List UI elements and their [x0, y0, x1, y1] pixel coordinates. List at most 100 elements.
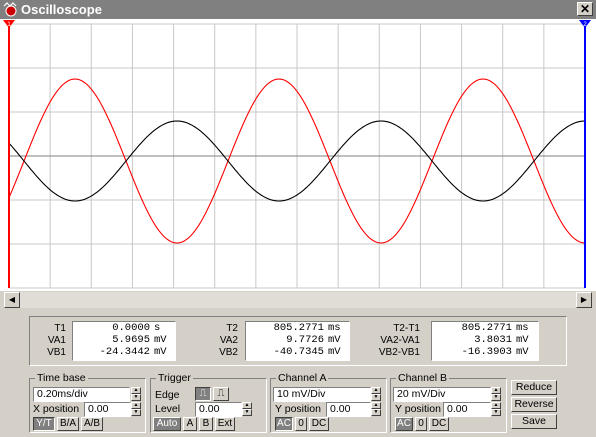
va2-unit: mV [328, 334, 341, 346]
t2-t1-value: 805.2771 [461, 322, 512, 334]
va2-va1-unit: mV [516, 334, 529, 346]
timebase-scale-spinner[interactable]: ▲ ▼ [131, 387, 141, 402]
vb2-vb1-value: -16.3903 [461, 346, 512, 358]
t1-value: 0.0000 [112, 322, 150, 334]
channel-a-ypos-label: Y position [275, 403, 321, 415]
vb2-value: -40.7345 [273, 346, 324, 358]
horizontal-scrollbar[interactable]: ◀ ▶ [4, 292, 592, 308]
channel-a-group: Channel A 10 mV/Div ▲ ▼ Y position 0.00 ▲… [270, 372, 387, 433]
save-button[interactable]: Save [511, 414, 557, 429]
channel-a-ac-button[interactable]: AC [275, 417, 293, 431]
rising-edge-button[interactable]: ⎍ [195, 387, 211, 401]
trigger-group: Trigger Edge ⎍ ⎍ Level 0.00 ▲ ▼ Auto A B … [150, 372, 267, 433]
xposition-label: X position [33, 403, 80, 415]
scroll-right-arrow-icon[interactable]: ▶ [576, 292, 592, 308]
channel-a-ypos-spinner[interactable]: ▲ ▼ [371, 402, 381, 417]
vb2-vb1-label: VB2-VB1 [378, 347, 420, 358]
t2-t1-label: T2-T1 [393, 323, 420, 334]
scope-display[interactable]: 1 2 [0, 19, 596, 291]
timebase-group: Time base 0.20ms/div ▲ ▼ X position 0.00 … [29, 372, 146, 433]
xposition-field[interactable]: 0.00 [84, 402, 131, 417]
va1-label: VA1 [47, 335, 66, 346]
channel-a-scale-field[interactable]: 10 mV/Div [273, 387, 371, 402]
t1-label: T1 [54, 323, 66, 334]
close-icon: ✕ [579, 2, 591, 16]
channel-a-zero-button[interactable]: 0 [295, 417, 307, 431]
ba-mode-button[interactable]: B/A [57, 417, 79, 431]
channel-b-dc-button[interactable]: DC [429, 417, 449, 431]
rising-edge-icon: ⎍ [199, 388, 207, 399]
spin-up-icon[interactable]: ▲ [371, 402, 381, 409]
va2-va1-value: 3.8031 [474, 334, 512, 346]
spin-down-icon[interactable]: ▼ [491, 394, 501, 401]
trigger-b-button[interactable]: B [199, 417, 213, 431]
t2-value: 805.2771 [273, 322, 324, 334]
spin-up-icon[interactable]: ▲ [131, 402, 141, 409]
yt-mode-button[interactable]: Y/T [33, 417, 55, 431]
channel-a-ypos-field[interactable]: 0.00 [326, 402, 371, 417]
t2-t1-unit: ms [516, 322, 529, 334]
va1-unit: mV [154, 334, 167, 346]
spin-down-icon[interactable]: ▼ [371, 409, 381, 416]
ab-mode-button[interactable]: A/B [81, 417, 103, 431]
channel-b-ypos-spinner[interactable]: ▲ ▼ [491, 402, 501, 417]
falling-edge-button[interactable]: ⎍ [213, 387, 229, 401]
channel-a-title: Channel A [276, 372, 329, 384]
vb1-unit: mV [154, 346, 167, 358]
vb2-vb1-unit: mV [516, 346, 529, 358]
vb1-label: VB1 [47, 347, 66, 358]
va2-va1-label: VA2-VA1 [380, 335, 420, 346]
scope-screen[interactable]: 1 2 [0, 19, 596, 291]
vb2-label: VB2 [219, 347, 238, 358]
t2-unit: ms [328, 322, 341, 334]
spin-up-icon[interactable]: ▲ [242, 402, 252, 409]
scroll-left-arrow-icon[interactable]: ◀ [4, 292, 20, 308]
t2-label: T2 [226, 323, 238, 334]
edge-label: Edge [155, 389, 180, 401]
channel-b-title: Channel B [396, 372, 450, 384]
channel-b-scale-spinner[interactable]: ▲ ▼ [491, 387, 501, 402]
xposition-spinner[interactable]: ▲ ▼ [131, 402, 141, 417]
spin-up-icon[interactable]: ▲ [491, 402, 501, 409]
oscilloscope-window: Oscilloscope ✕ 1 2 ◀ ▶ T1 VA1 VB1 0.0000… [0, 0, 596, 437]
timebase-scale-field[interactable]: 0.20ms/div [33, 387, 130, 402]
channel-b-scale-field[interactable]: 20 mV/Div [393, 387, 491, 402]
vb2-unit: mV [328, 346, 341, 358]
spin-up-icon[interactable]: ▲ [131, 387, 141, 394]
reduce-button[interactable]: Reduce [511, 380, 557, 395]
trigger-a-button[interactable]: A [183, 417, 197, 431]
trigger-level-field[interactable]: 0.00 [195, 402, 242, 417]
spin-down-icon[interactable]: ▼ [491, 409, 501, 416]
reverse-button[interactable]: Reverse [511, 397, 557, 412]
va2-value: 9.7726 [286, 334, 324, 346]
channel-b-group: Channel B 20 mV/Div ▲ ▼ Y position 0.00 ▲… [390, 372, 507, 433]
channel-b-ypos-label: Y position [395, 403, 441, 415]
spin-up-icon[interactable]: ▲ [491, 387, 501, 394]
spin-down-icon[interactable]: ▼ [131, 409, 141, 416]
level-label: Level [155, 403, 181, 415]
timebase-title: Time base [35, 372, 88, 384]
channel-b-zero-button[interactable]: 0 [415, 417, 427, 431]
scope-grid [8, 23, 586, 289]
spin-up-icon[interactable]: ▲ [371, 387, 381, 394]
spin-down-icon[interactable]: ▼ [131, 394, 141, 401]
measurement-readout: T1 VA1 VB1 0.0000 s 5.9695 mV -24.3442 m… [29, 316, 567, 366]
title-bar[interactable]: Oscilloscope ✕ [0, 0, 596, 19]
t1-unit: s [154, 322, 161, 334]
oscilloscope-app-icon [3, 2, 19, 17]
spin-down-icon[interactable]: ▼ [242, 409, 252, 416]
trigger-auto-button[interactable]: Auto [153, 417, 181, 431]
trigger-title: Trigger [156, 372, 193, 384]
channel-a-dc-button[interactable]: DC [309, 417, 329, 431]
trigger-ext-button[interactable]: Ext [215, 417, 235, 431]
va2-label: VA2 [219, 335, 238, 346]
spin-down-icon[interactable]: ▼ [371, 394, 381, 401]
channel-a-scale-spinner[interactable]: ▲ ▼ [371, 387, 381, 402]
falling-edge-icon: ⎍ [217, 388, 225, 399]
vb1-value: -24.3442 [99, 346, 150, 358]
trigger-level-spinner[interactable]: ▲ ▼ [242, 402, 252, 417]
channel-b-ypos-field[interactable]: 0.00 [443, 402, 491, 417]
channel-b-ac-button[interactable]: AC [395, 417, 413, 431]
window-title: Oscilloscope [21, 2, 102, 17]
close-button[interactable]: ✕ [577, 2, 593, 16]
